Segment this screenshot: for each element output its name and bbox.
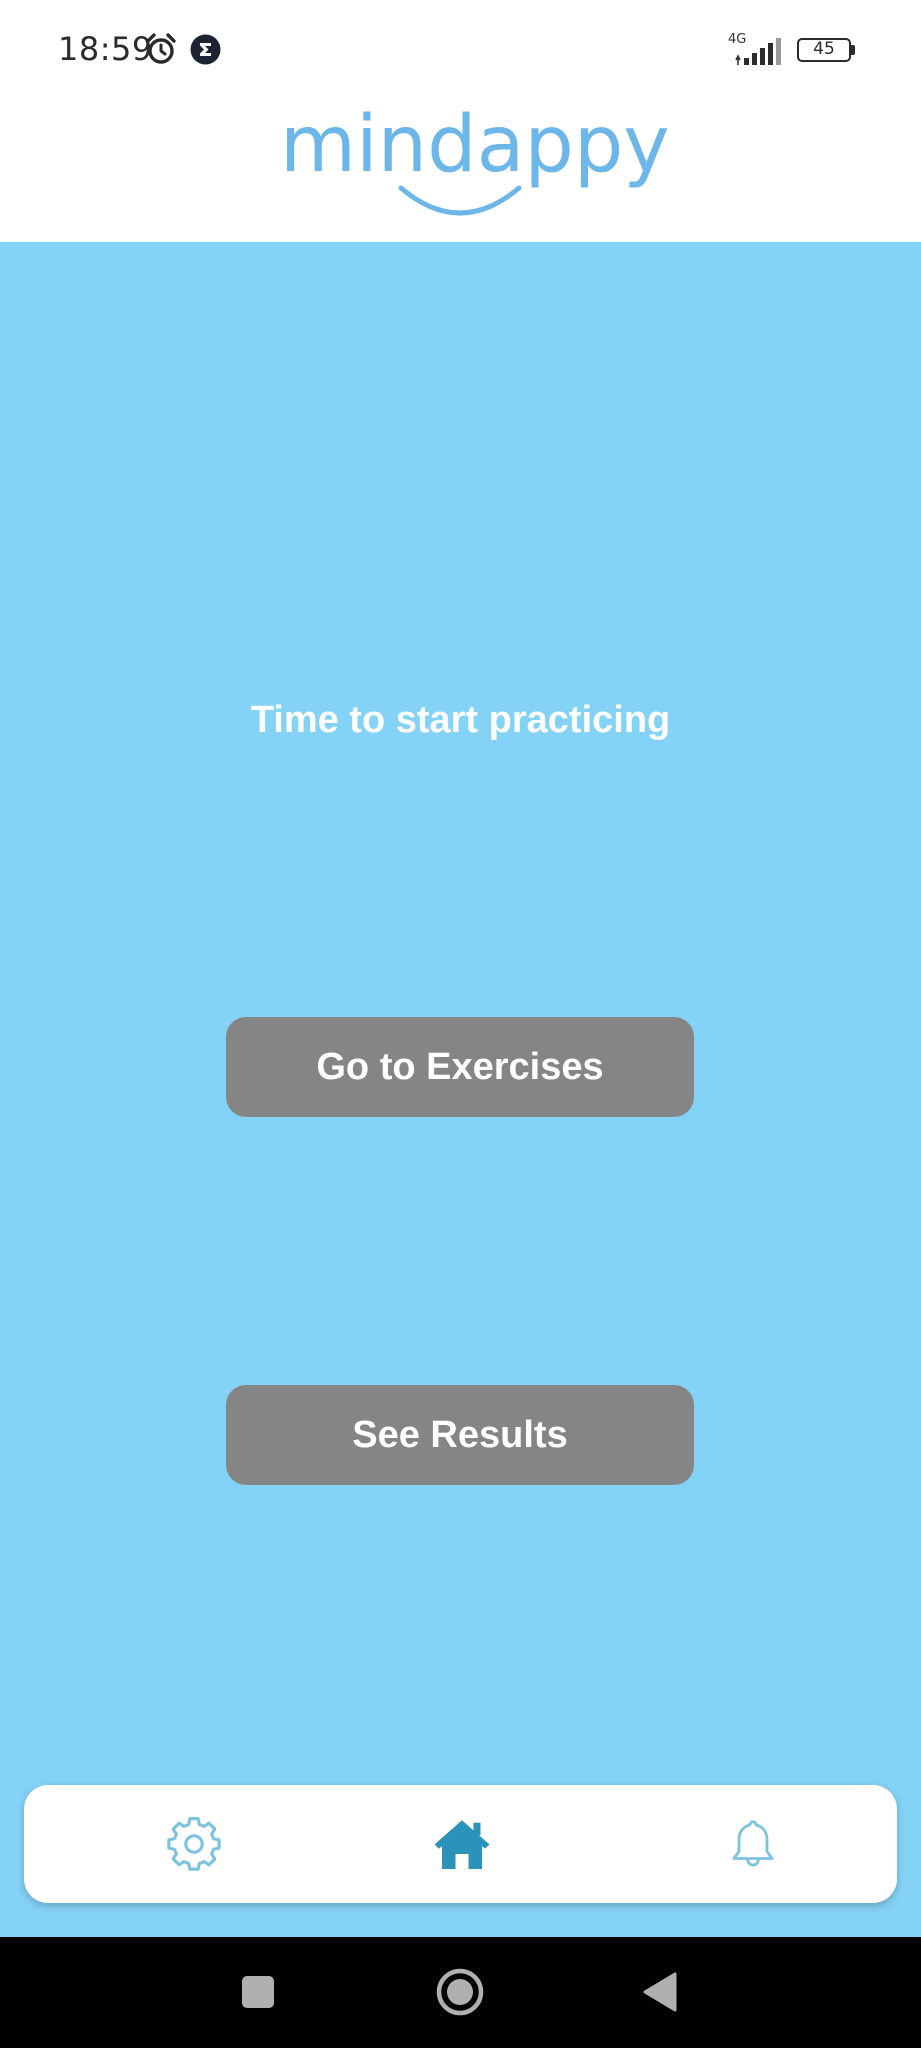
logo-smile-icon: [398, 185, 522, 216]
status-bar: 18:59 4G 45: [0, 0, 921, 100]
gear-icon: [167, 1817, 221, 1871]
tab-home[interactable]: [392, 1785, 532, 1903]
back-button[interactable]: [625, 1957, 695, 2027]
bottom-tab-bar: [24, 1785, 897, 1903]
recents-icon: [242, 1976, 274, 2008]
battery-icon: 45: [797, 38, 855, 62]
battery-level: 45: [813, 39, 835, 59]
app-header: mindappy: [0, 100, 921, 242]
app-notification-icon: [190, 34, 221, 65]
alarm-icon: [146, 33, 176, 64]
go-to-exercises-button[interactable]: Go to Exercises: [226, 1017, 694, 1117]
logo-text: mindappy: [280, 100, 670, 190]
recents-button[interactable]: [223, 1957, 293, 2027]
tab-settings[interactable]: [124, 1785, 264, 1903]
system-home-button[interactable]: [425, 1957, 495, 2027]
page-headline: Time to start practicing: [250, 699, 671, 741]
main-content: Time to start practicing Go to Exercises…: [0, 242, 921, 1937]
home-circle-icon: [436, 1968, 484, 2016]
home-icon: [434, 1820, 490, 1869]
system-nav-bar: [0, 1937, 921, 2048]
bell-icon: [732, 1820, 774, 1867]
back-icon: [643, 1972, 677, 2012]
signal-indicator: 4G: [728, 32, 786, 66]
app-logo: mindappy: [280, 100, 670, 230]
see-results-button[interactable]: See Results: [226, 1385, 694, 1485]
status-time: 18:59: [58, 30, 153, 68]
signal-icon: [735, 38, 781, 65]
tab-notifications[interactable]: [683, 1785, 823, 1903]
